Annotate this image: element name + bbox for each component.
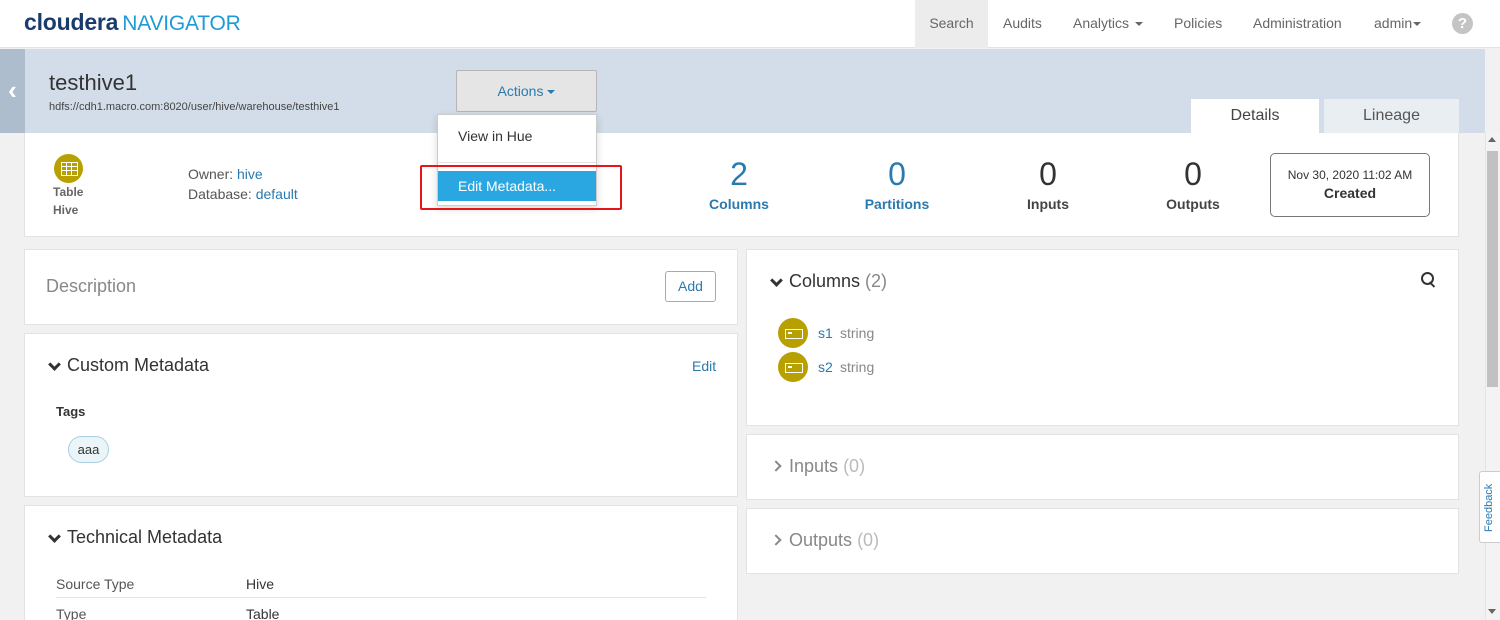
nav-audits[interactable]: Audits [1003,0,1042,48]
top-navbar: cloudera NAVIGATOR Search Audits Analytic… [0,0,1500,48]
stat-outputs-label: Outputs [1166,196,1220,212]
created-date: Nov 30, 2020 11:02 AM [1287,168,1413,182]
menu-item-view-in-hue[interactable]: View in Hue [438,121,596,151]
scroll-up-arrow-icon[interactable] [1488,137,1496,142]
nav-user-label: admin [1374,15,1413,31]
outputs-header[interactable]: Outputs (0) [770,530,880,551]
chevron-down-icon [770,273,783,287]
nav-analytics-label: Analytics [1073,15,1130,31]
scroll-down-arrow-icon[interactable] [1488,609,1496,614]
created-badge: Nov 30, 2020 11:02 AM Created [1270,153,1430,217]
tab-lineage-label: Lineage [1363,107,1420,124]
search-icon[interactable] [1421,272,1437,288]
tag-pill[interactable]: aaa [68,436,109,463]
column-name-link[interactable]: s1 [818,325,833,341]
inputs-header[interactable]: Inputs (0) [770,456,866,477]
owner-line: Owner: hive [188,166,263,182]
column-icon [778,352,808,382]
nav-policies[interactable]: Policies [1174,0,1222,48]
technical-metadata-header[interactable]: Technical Metadata [48,527,222,548]
database-line: Database: default [188,186,298,202]
help-icon[interactable]: ? [1452,13,1473,34]
logo-product: NAVIGATOR [122,12,241,35]
owner-label: Owner: [188,166,234,182]
nav-search[interactable]: Search [915,0,988,48]
chevron-down-icon [547,90,556,95]
edit-custom-metadata-link[interactable]: Edit [692,358,716,374]
stat-partitions-value: 0 [888,156,906,192]
chevron-down-icon [48,529,61,543]
nav-administration[interactable]: Administration [1253,0,1342,48]
table-icon [54,154,83,183]
description-title: Description [46,276,137,296]
column-type: string [840,359,875,375]
metadata-key: Source Type [56,576,135,592]
outputs-count: (0) [857,530,880,550]
collapse-back-button[interactable]: ‹ [0,49,25,133]
add-description-button[interactable]: Add [665,271,716,302]
database-label: Database: [188,186,252,202]
columns-count: (2) [865,271,888,291]
scrollbar-thumb[interactable] [1487,151,1498,387]
entity-source-label: Hive [53,203,79,217]
entity-type-label: Table [53,185,84,199]
column-icon [778,318,808,348]
stat-inputs-label: Inputs [1027,196,1069,212]
stat-columns[interactable]: 2 Columns [679,154,799,212]
entity-type: Table Hive [53,183,83,219]
tab-lineage[interactable]: Lineage [1324,99,1459,133]
menu-divider [438,162,596,163]
stat-columns-value: 2 [730,156,748,192]
chevron-down-icon [1413,22,1422,27]
metadata-row: Type Table [56,598,706,620]
metadata-value: Hive [246,576,275,592]
column-name-link[interactable]: s2 [818,359,833,375]
stat-inputs-value: 0 [1039,156,1057,192]
chevron-down-icon [48,357,61,371]
database-link[interactable]: default [256,186,298,202]
inputs-title: Inputs [789,456,839,476]
columns-header[interactable]: Columns (2) [770,271,887,292]
tags-label: Tags [56,404,86,419]
chevron-right-icon [770,534,782,546]
created-label: Created [1323,185,1377,201]
tab-details[interactable]: Details [1191,99,1319,133]
actions-label: Actions [497,83,544,99]
feedback-label: Feedback [1483,483,1495,532]
tab-details-label: Details [1230,107,1280,124]
chevron-down-icon [1135,22,1144,27]
metadata-row: Source Type Hive [56,568,706,598]
actions-button[interactable]: Actions [456,70,597,112]
stat-outputs-value: 0 [1184,156,1202,192]
owner-link[interactable]: hive [237,166,263,182]
entity-path: hdfs://cdh1.macro.com:8020/user/hive/war… [49,101,340,113]
nav-user-menu[interactable]: admin [1374,0,1422,48]
nav-search-label: Search [929,15,974,31]
stat-inputs: 0 Inputs [988,154,1108,212]
custom-metadata-title: Custom Metadata [67,355,210,375]
menu-item-edit-metadata[interactable]: Edit Metadata... [438,171,596,201]
technical-metadata-title: Technical Metadata [67,527,223,547]
stat-outputs: 0 Outputs [1133,154,1253,212]
stat-columns-label: Columns [709,196,769,212]
nav-policies-label: Policies [1174,15,1223,31]
entity-title: testhive1 [49,70,138,95]
nav-analytics[interactable]: Analytics [1073,0,1144,48]
custom-metadata-header[interactable]: Custom Metadata [48,355,209,376]
nav-administration-label: Administration [1253,15,1342,31]
actions-dropdown-menu: View in Hue Edit Metadata... [437,114,597,206]
nav-audits-label: Audits [1003,15,1042,31]
column-type: string [840,325,875,341]
stat-partitions[interactable]: 0 Partitions [837,154,957,212]
cloudera-navigator-logo[interactable]: cloudera NAVIGATOR [24,9,241,37]
inputs-count: (0) [843,456,866,476]
metadata-key: Type [56,606,87,620]
chevron-right-icon [770,460,782,472]
logo-brand: cloudera [24,9,119,35]
stat-partitions-label: Partitions [864,196,930,212]
feedback-tab[interactable]: Feedback [1479,471,1500,543]
outputs-title: Outputs [789,530,853,550]
metadata-value: Table [246,606,280,620]
columns-title: Columns [789,271,861,291]
